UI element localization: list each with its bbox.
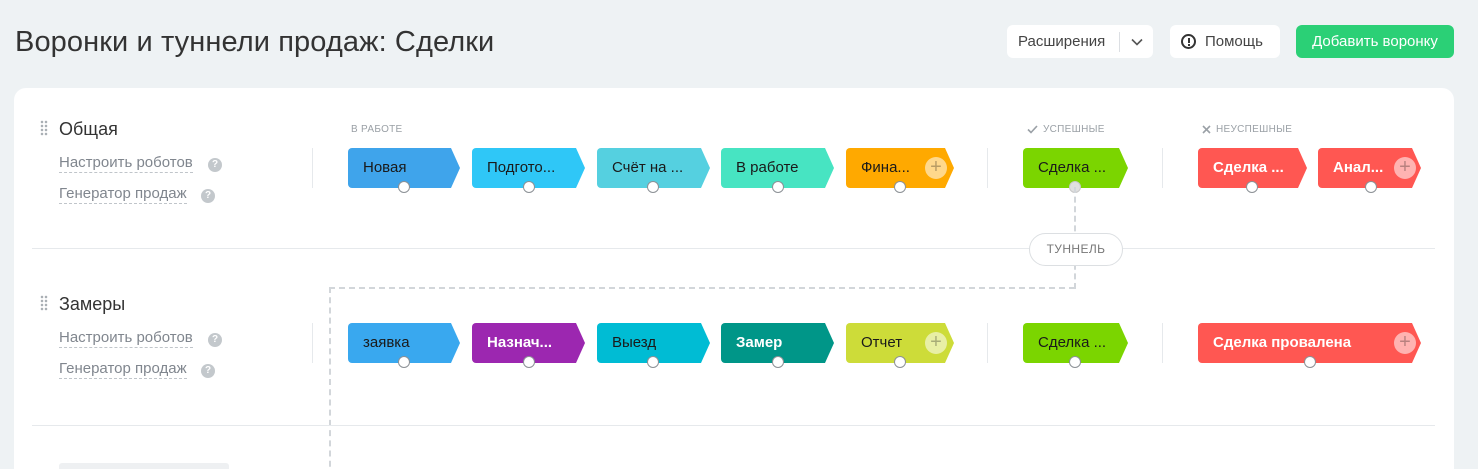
stage-label: Сделка провалена	[1213, 334, 1352, 351]
stage[interactable]: Замер	[721, 323, 834, 368]
divider	[32, 425, 1435, 426]
stage-connector[interactable]	[1246, 181, 1258, 193]
drag-handle-icon[interactable]	[40, 120, 48, 136]
group-label-success: УСПЕШНЫЕ	[1027, 124, 1105, 135]
divider	[32, 248, 1435, 249]
stage-failure[interactable]: Сделка ...	[1198, 148, 1307, 193]
group-label-in-work: В РАБОТЕ	[351, 124, 403, 135]
add-stage-icon[interactable]: +	[925, 157, 947, 179]
stage-success[interactable]: Сделка ...	[1023, 148, 1128, 193]
stage-connector[interactable]	[523, 181, 535, 193]
divider	[987, 148, 988, 188]
stage-success[interactable]: Сделка ...	[1023, 323, 1128, 368]
question-icon[interactable]: ?	[201, 189, 215, 203]
divider	[1162, 148, 1163, 188]
question-icon[interactable]: ?	[208, 333, 222, 347]
stage-connector[interactable]	[894, 356, 906, 368]
divider	[312, 323, 313, 363]
stage[interactable]: Счёт на ...	[597, 148, 710, 193]
add-pipeline-button[interactable]: Добавить воронку	[1296, 25, 1454, 58]
sales-generator-link[interactable]: Генератор продаж	[59, 360, 187, 379]
stage-failure[interactable]: Анал... +	[1318, 148, 1421, 193]
tunnel-connector	[329, 287, 1075, 289]
pipelines-card	[14, 88, 1454, 469]
stage-connector[interactable]	[398, 356, 410, 368]
stage-connector[interactable]	[894, 181, 906, 193]
stage-label: Подгото...	[487, 159, 556, 176]
page-title: Воронки и туннели продаж: Сделки	[15, 26, 495, 58]
stage[interactable]: заявка	[348, 323, 460, 368]
group-label-failure: НЕУСПЕШНЫЕ	[1202, 124, 1292, 135]
stage[interactable]: Выезд	[597, 323, 710, 368]
setup-robots-link[interactable]: Настроить роботов	[59, 329, 193, 348]
stage-connector[interactable]	[772, 181, 784, 193]
divider	[987, 323, 988, 363]
stage-connector[interactable]	[1365, 181, 1377, 193]
divider	[312, 148, 313, 188]
add-stage-icon[interactable]: +	[1394, 157, 1416, 179]
add-stage-icon[interactable]: +	[925, 332, 947, 354]
help-label: Помощь	[1205, 33, 1263, 50]
stage[interactable]: Подгото...	[472, 148, 585, 193]
stage-connector[interactable]	[772, 356, 784, 368]
pipeline-name: Общая	[59, 119, 118, 139]
stage[interactable]: Назнач...	[472, 323, 585, 368]
stage-connector[interactable]	[647, 356, 659, 368]
sales-generator-link[interactable]: Генератор продаж	[59, 185, 187, 204]
cross-icon	[1202, 125, 1211, 134]
stage[interactable]: Новая	[348, 148, 460, 193]
add-pipeline-label: Добавить воронку	[1312, 33, 1438, 50]
check-icon	[1027, 125, 1038, 134]
tunnel-connector	[329, 287, 331, 469]
placeholder-bar	[59, 463, 229, 469]
chevron-down-icon[interactable]	[1120, 38, 1153, 46]
stage-connector[interactable]	[1069, 356, 1081, 368]
stage-connector[interactable]	[398, 181, 410, 193]
extensions-label: Расширения	[1018, 33, 1106, 50]
add-stage-icon[interactable]: +	[1394, 332, 1416, 354]
divider	[1162, 323, 1163, 363]
drag-handle-icon[interactable]	[40, 295, 48, 311]
stage[interactable]: Фина... +	[846, 148, 954, 193]
pipeline-name: Замеры	[59, 294, 126, 314]
tunnel-badge[interactable]: ТУННЕЛЬ	[1029, 233, 1123, 266]
stage-failure[interactable]: Сделка провалена +	[1198, 323, 1421, 368]
stage-label: Назнач...	[487, 334, 553, 351]
extensions-button[interactable]: Расширения	[1007, 25, 1153, 58]
stage[interactable]: Отчет +	[846, 323, 954, 368]
stage-label: Анал...	[1333, 159, 1384, 176]
stage-label: В работе	[736, 159, 799, 176]
setup-robots-link[interactable]: Настроить роботов	[59, 154, 193, 173]
help-button[interactable]: Помощь	[1170, 25, 1280, 58]
question-icon[interactable]: ?	[208, 158, 222, 172]
stage-connector[interactable]	[523, 356, 535, 368]
stage-connector[interactable]	[647, 181, 659, 193]
stage-connector[interactable]	[1304, 356, 1316, 368]
help-icon	[1181, 34, 1196, 49]
stage[interactable]: В работе	[721, 148, 834, 193]
question-icon[interactable]: ?	[201, 364, 215, 378]
